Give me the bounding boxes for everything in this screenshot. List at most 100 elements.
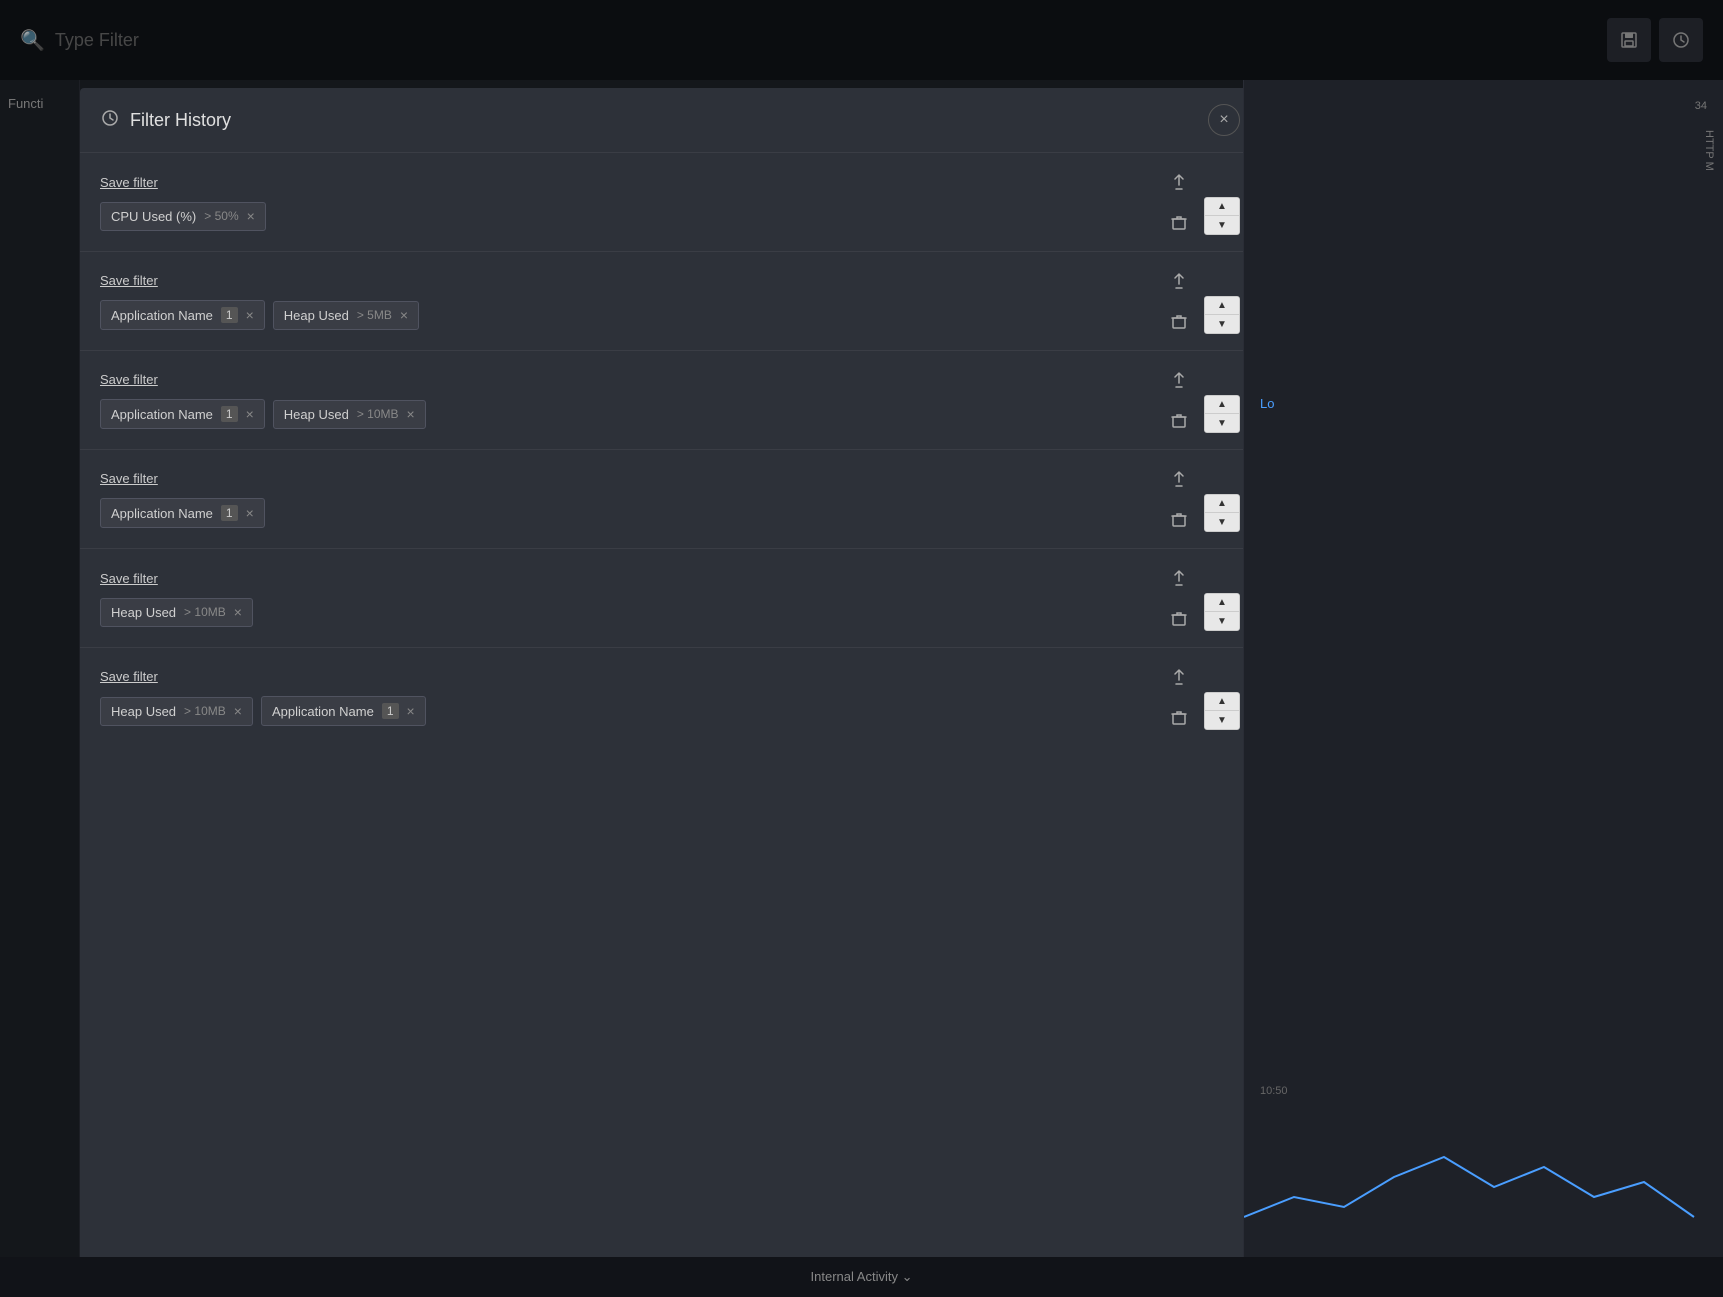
filter-5-delete-button[interactable] [1167, 607, 1191, 631]
filter-2-stepper-down[interactable]: ▼ [1205, 315, 1239, 333]
filter-row-5: Heap Used > 10MB × [100, 598, 1146, 627]
filter-tag-cpu-close[interactable]: × [247, 209, 255, 223]
filter-6-pin-button[interactable] [1166, 664, 1192, 690]
filter-tag-heap-5mb-close[interactable]: × [400, 308, 408, 322]
filter-tag-cpu-name: CPU Used (%) [111, 209, 196, 224]
filter-tag-appname-3: Application Name 1 × [100, 399, 265, 429]
filter-1-pin-button[interactable] [1166, 169, 1192, 195]
filter-tag-appname-4-count: 1 [221, 505, 238, 521]
save-filter-link-2[interactable]: Save filter [100, 273, 158, 288]
filter-3-stepper[interactable]: ▲ ▼ [1204, 395, 1240, 433]
filter-tag-heap-5mb-op: > 5MB [357, 308, 392, 322]
filter-tag-appname-3-close[interactable]: × [246, 407, 254, 421]
filter-3-pin-button[interactable] [1166, 367, 1192, 393]
filter-1-stepper[interactable]: ▲ ▼ [1204, 197, 1240, 235]
internal-activity-label: Internal Activity ⌄ [811, 1269, 913, 1285]
right-panel-content: Lo 10:50 34 HTTP M [1244, 80, 1723, 427]
save-filter-link-3[interactable]: Save filter [100, 372, 158, 387]
filter-tag-appname-2-close[interactable]: × [246, 308, 254, 322]
filter-tag-heap-10mb-6: Heap Used > 10MB × [100, 697, 253, 726]
filter-row-3: Application Name 1 × Heap Used > 10MB × [100, 399, 1146, 429]
filter-entry-4: Save filter Application Name 1 × [80, 450, 1260, 549]
filter-tag-heap-10mb-5: Heap Used > 10MB × [100, 598, 253, 627]
filter-tag-cpu-operator: > 50% [204, 209, 238, 223]
history-icon [100, 108, 120, 133]
filter-tag-appname-2: Application Name 1 × [100, 300, 265, 330]
modal-header: Filter History × [80, 88, 1260, 153]
modal-title: Filter History [130, 110, 1208, 131]
filter-2-delete-button[interactable] [1167, 310, 1191, 334]
filter-row-4: Application Name 1 × [100, 498, 1146, 528]
modal-close-button[interactable]: × [1208, 104, 1240, 136]
filter-tag-appname-6: Application Name 1 × [261, 696, 426, 726]
filter-2-stepper[interactable]: ▲ ▼ [1204, 296, 1240, 334]
right-side-panel: Lo 10:50 34 HTTP M [1243, 80, 1723, 1297]
filter-tag-appname-4-label: Application Name [111, 506, 213, 521]
filter-1-stepper-down[interactable]: ▼ [1205, 216, 1239, 234]
filter-history-modal: Filter History × Save filter CPU Used (%… [80, 88, 1260, 1297]
filter-tag-heap-10mb-3-op: > 10MB [357, 407, 399, 421]
filter-tag-appname-4-close[interactable]: × [246, 506, 254, 520]
right-panel-number: 34 [1695, 100, 1707, 112]
filter-tag-heap-5mb: Heap Used > 5MB × [273, 301, 419, 330]
filter-1-delete-button[interactable] [1167, 211, 1191, 235]
filter-entry-5: Save filter Heap Used > 10MB × [80, 549, 1260, 648]
filter-entry-6-row: Save filter Heap Used > 10MB × Applicati… [100, 664, 1240, 730]
save-filter-link-6[interactable]: Save filter [100, 669, 158, 684]
filter-row-2: Application Name 1 × Heap Used > 5MB × [100, 300, 1146, 330]
filter-tag-heap-10mb-3-close[interactable]: × [407, 407, 415, 421]
filter-tag-heap-10mb-3-name: Heap Used [284, 407, 349, 422]
filter-tag-heap-10mb-6-name: Heap Used [111, 704, 176, 719]
filter-row-6: Heap Used > 10MB × Application Name 1 × [100, 696, 1146, 726]
filter-tag-appname-6-label: Application Name [272, 704, 374, 719]
filter-3-stepper-up[interactable]: ▲ [1205, 396, 1239, 414]
filter-tag-heap-10mb-6-close[interactable]: × [234, 704, 242, 718]
filter-5-stepper-up[interactable]: ▲ [1205, 594, 1239, 612]
filter-tag-heap-5mb-name: Heap Used [284, 308, 349, 323]
filter-tag-appname-3-label: Application Name [111, 407, 213, 422]
filter-5-pin-button[interactable] [1166, 565, 1192, 591]
filter-3-stepper-down[interactable]: ▼ [1205, 414, 1239, 432]
filter-2-stepper-up[interactable]: ▲ [1205, 297, 1239, 315]
save-filter-link-1[interactable]: Save filter [100, 175, 158, 190]
filter-tag-appname-6-close[interactable]: × [407, 704, 415, 718]
filter-3-delete-button[interactable] [1167, 409, 1191, 433]
save-filter-link-4[interactable]: Save filter [100, 471, 158, 486]
filter-4-stepper-down[interactable]: ▼ [1205, 513, 1239, 531]
filter-tag-heap-10mb-5-name: Heap Used [111, 605, 176, 620]
filter-entry-4-row: Save filter Application Name 1 × [100, 466, 1240, 532]
filter-6-stepper-down[interactable]: ▼ [1205, 711, 1239, 729]
filter-tag-appname-6-count: 1 [382, 703, 399, 719]
filter-entry-2: Save filter Application Name 1 × Heap Us… [80, 252, 1260, 351]
chart-time-label: 10:50 [1260, 1085, 1288, 1097]
bottom-bar: Internal Activity ⌄ [0, 1257, 1723, 1297]
modal-body[interactable]: Save filter CPU Used (%) > 50% × [80, 153, 1260, 1297]
filter-6-delete-button[interactable] [1167, 706, 1191, 730]
save-filter-link-5[interactable]: Save filter [100, 571, 158, 586]
filter-entry-6: Save filter Heap Used > 10MB × Applicati… [80, 648, 1260, 746]
filter-1-stepper-up[interactable]: ▲ [1205, 198, 1239, 216]
filter-tag-appname-3-count: 1 [221, 406, 238, 422]
chart-svg [1244, 1137, 1723, 1237]
filter-5-stepper-down[interactable]: ▼ [1205, 612, 1239, 630]
filter-entry-2-row: Save filter Application Name 1 × Heap Us… [100, 268, 1240, 334]
filter-4-stepper-up[interactable]: ▲ [1205, 495, 1239, 513]
filter-4-pin-button[interactable] [1166, 466, 1192, 492]
filter-4-stepper[interactable]: ▲ ▼ [1204, 494, 1240, 532]
filter-5-stepper[interactable]: ▲ ▼ [1204, 593, 1240, 631]
filter-tag-cpu: CPU Used (%) > 50% × [100, 202, 266, 231]
filter-tag-heap-10mb-3: Heap Used > 10MB × [273, 400, 426, 429]
filter-entry-1-row: Save filter CPU Used (%) > 50% × [100, 169, 1240, 235]
filter-4-delete-button[interactable] [1167, 508, 1191, 532]
filter-tag-heap-10mb-5-op: > 10MB [184, 605, 226, 619]
filter-entry-1: Save filter CPU Used (%) > 50% × [80, 153, 1260, 252]
filter-tag-appname-4: Application Name 1 × [100, 498, 265, 528]
filter-tag-appname-2-count: 1 [221, 307, 238, 323]
filter-tag-heap-10mb-5-close[interactable]: × [234, 605, 242, 619]
filter-6-stepper-up[interactable]: ▲ [1205, 693, 1239, 711]
filter-tag-appname-2-label: Application Name [111, 308, 213, 323]
filter-2-pin-button[interactable] [1166, 268, 1192, 294]
right-panel-lo-label: Lo [1260, 396, 1707, 411]
filter-entry-3: Save filter Application Name 1 × Heap Us… [80, 351, 1260, 450]
filter-6-stepper[interactable]: ▲ ▼ [1204, 692, 1240, 730]
